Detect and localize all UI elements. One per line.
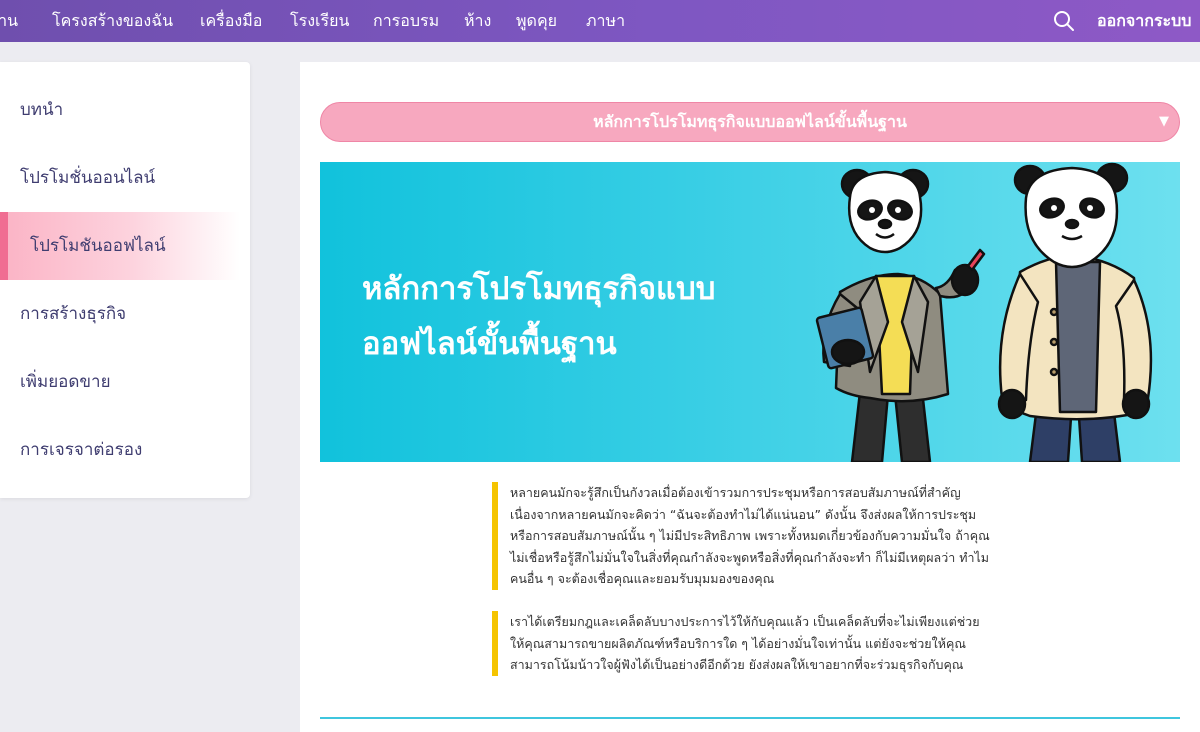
panda-characters-illustration [815, 162, 1153, 462]
section-divider [320, 717, 1180, 719]
caret-down-icon: ▼ [1159, 114, 1169, 129]
sidebar-item-increase-sales[interactable]: เพิ่มยอดขาย [0, 348, 240, 416]
search-icon[interactable] [1052, 9, 1076, 33]
sidebar-item-online-promotion[interactable]: โปรโมชั่นออนไลน์ [0, 144, 240, 212]
sidebar: บทนำ โปรโมชั่นออนไลน์ โปรโมชันออฟไลน์ กา… [0, 62, 250, 498]
nav-item-tools[interactable]: เครื่องมือ [200, 0, 262, 42]
intro-paragraph-2: เราได้เตรียมกฎและเคล็ดลับบางประการไว้ให้… [492, 611, 992, 676]
hero-title: หลักการโปรโมทธุรกิจแบบ ออฟไลน์ขั้นพื้นฐา… [362, 262, 792, 372]
sidebar-item-negotiation[interactable]: การเจรจาต่อรอง [0, 416, 240, 484]
lesson-select-dropdown[interactable]: หลักการโปรโมทธุรกิจแบบออฟไลน์ขั้นพื้นฐาน… [320, 102, 1180, 142]
top-navigation-bar: บ้าน โครงสร้างของฉัน เครื่องมือ โรงเรียน… [0, 0, 1200, 42]
nav-item-school[interactable]: โรงเรียน [290, 0, 349, 42]
nav-item-my-structure[interactable]: โครงสร้างของฉัน [52, 0, 173, 42]
nav-item-chat[interactable]: พูดคุย [516, 0, 557, 42]
hero-title-line-2: ออฟไลน์ขั้นพื้นฐาน [362, 326, 617, 362]
sidebar-item-business-building[interactable]: การสร้างธุรกิจ [0, 280, 240, 348]
dropdown-selected-label: หลักการโปรโมทธุรกิจแบบออฟไลน์ขั้นพื้นฐาน [593, 112, 907, 131]
sidebar-item-offline-promotion[interactable]: โปรโมชันออฟไลน์ [0, 212, 240, 280]
main-content-card: หลักการโปรโมทธุรกิจแบบออฟไลน์ขั้นพื้นฐาน… [300, 62, 1200, 732]
sidebar-item-introduction[interactable]: บทนำ [0, 76, 240, 144]
hero-title-line-1: หลักการโปรโมทธุรกิจแบบ [362, 271, 716, 307]
intro-paragraph-1: หลายคนมักจะรู้สึกเป็นกังวลเมื่อต้องเข้าร… [492, 482, 992, 590]
nav-item-training[interactable]: การอบรม [373, 0, 439, 42]
hero-banner: หลักการโปรโมทธุรกิจแบบ ออฟไลน์ขั้นพื้นฐา… [320, 162, 1180, 462]
logout-link[interactable]: ออกจากระบบ [1097, 0, 1191, 42]
nav-item-language[interactable]: ภาษา [586, 0, 625, 42]
nav-item-home[interactable]: บ้าน [0, 0, 18, 42]
nav-item-mall[interactable]: ห้าง [464, 0, 491, 42]
